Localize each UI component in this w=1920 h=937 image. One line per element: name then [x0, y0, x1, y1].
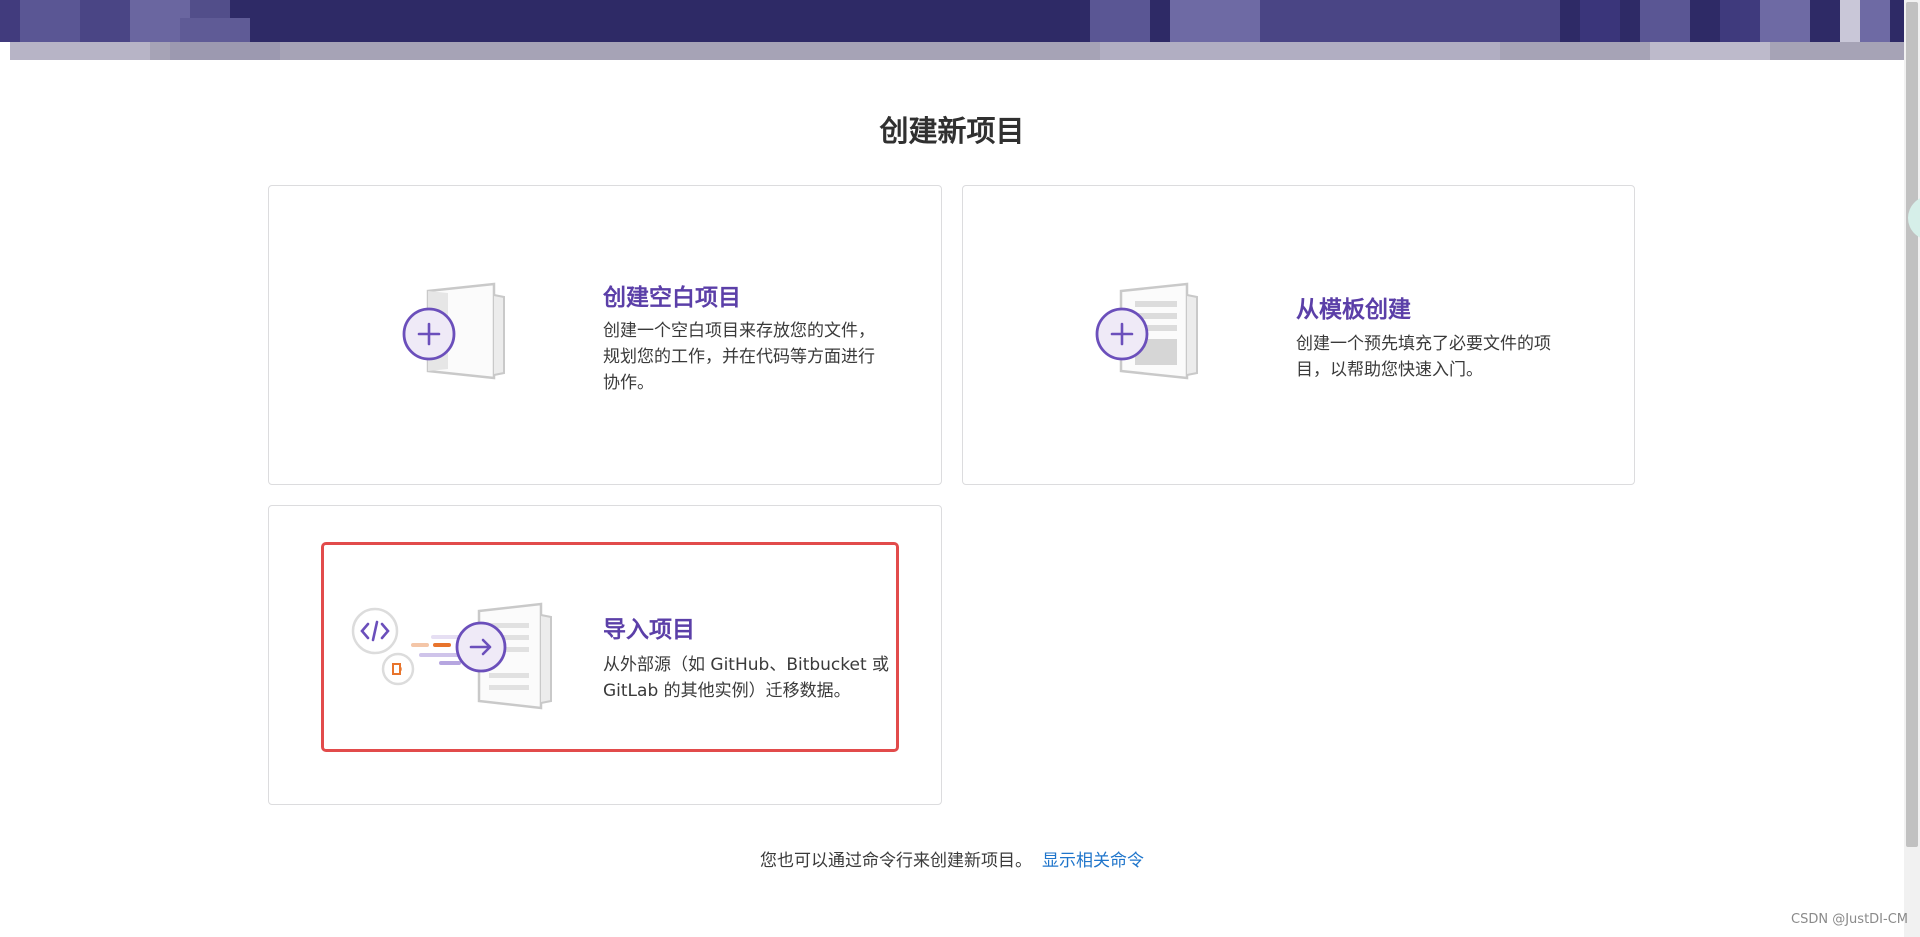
page-title: 创建新项目 — [879, 114, 1025, 148]
hint-text: 您也可以通过命令行来创建新项目。 — [760, 851, 1032, 871]
watermark: CSDN @JustDI-CM — [1791, 912, 1908, 927]
create-from-template-card[interactable]: 从模板创建 创建一个预先填充了必要文件的项 目，以帮助您快速入门。 — [962, 185, 1635, 485]
scrollbar-thumb[interactable] — [1906, 2, 1918, 847]
blank-project-icon — [402, 282, 505, 380]
blank-project-desc-line1: 创建一个空白项目来存放您的文件， — [603, 321, 875, 341]
page-scrollbar[interactable] — [1904, 0, 1920, 937]
template-project-desc-line1: 创建一个预先填充了必要文件的项 — [1296, 334, 1551, 354]
template-project-desc-line2: 目，以帮助您快速入门。 — [1296, 360, 1483, 380]
template-project-icon — [1095, 282, 1198, 380]
import-project-title: 导入项目 — [603, 617, 695, 643]
show-commands-link[interactable]: 显示相关命令 — [1042, 851, 1144, 871]
blank-project-desc-line3: 协作。 — [603, 373, 654, 393]
import-project-icon — [351, 602, 552, 710]
command-line-hint: 您也可以通过命令行来创建新项目。 显示相关命令 — [0, 846, 1904, 871]
top-navigation-bar — [0, 0, 1904, 42]
import-project-card[interactable]: 导入项目 从外部源（如 GitHub、Bitbucket 或 GitLab 的其… — [268, 505, 942, 805]
import-project-desc-line2: GitLab 的其他实例）迁移数据。 — [603, 681, 851, 701]
create-blank-project-card[interactable]: 创建空白项目 创建一个空白项目来存放您的文件， 规划您的工作，并在代码等方面进行… — [268, 185, 942, 485]
blank-project-desc-line2: 规划您的工作，并在代码等方面进行 — [603, 347, 875, 367]
import-project-desc-line1: 从外部源（如 GitHub、Bitbucket 或 — [603, 655, 890, 675]
template-project-title: 从模板创建 — [1296, 297, 1411, 323]
header-shadow — [10, 42, 1904, 60]
blank-project-title: 创建空白项目 — [603, 285, 741, 311]
